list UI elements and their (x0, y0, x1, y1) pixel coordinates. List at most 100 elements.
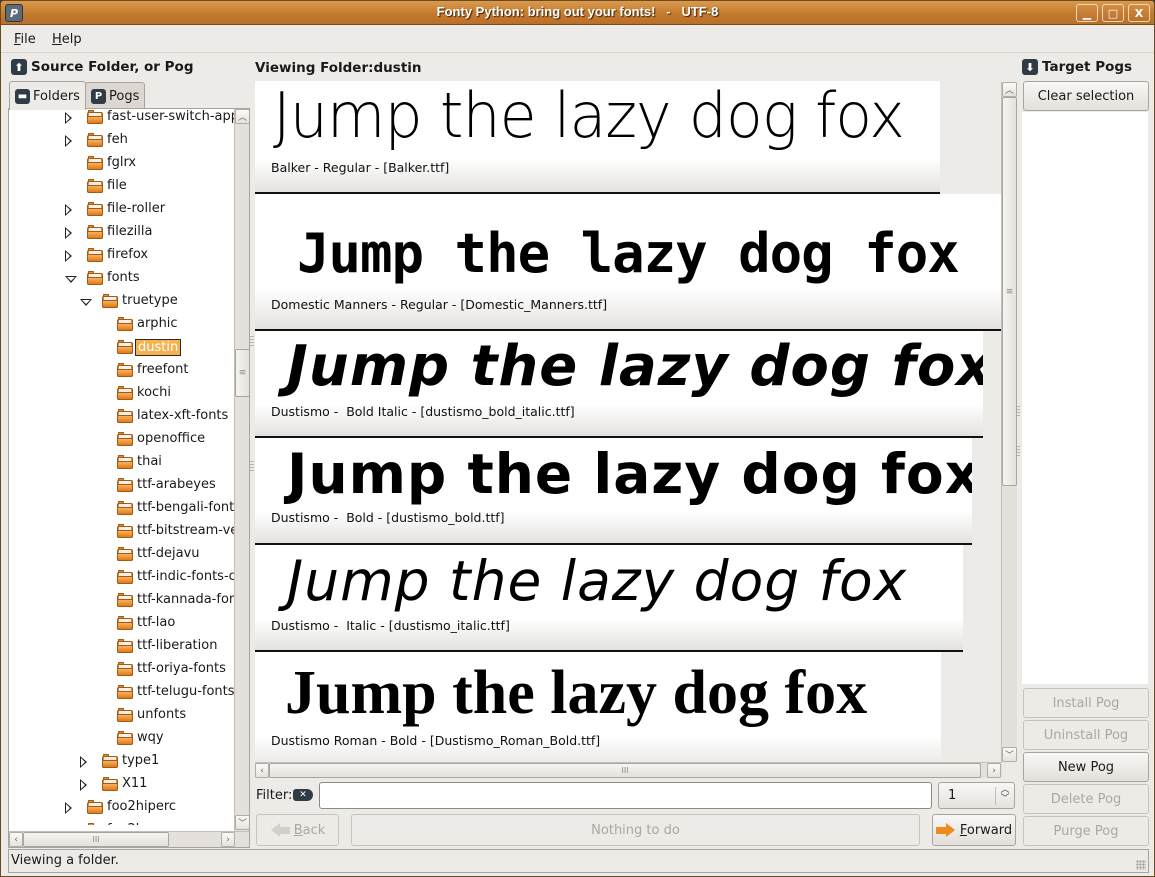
tree-item[interactable]: ttf-kannada-fonts (9, 589, 234, 612)
tree-item[interactable]: file-roller (9, 198, 234, 221)
target-pogs-list[interactable] (1022, 112, 1148, 684)
scroll-right-arrow-icon[interactable]: › (221, 832, 235, 847)
preview-scroll-thumb[interactable]: ≡ (1002, 97, 1017, 486)
spinner-arrows-icon[interactable]: ︿ ﹀ (999, 786, 1011, 804)
purge-pog-button[interactable]: Purge Pog (1023, 816, 1149, 846)
font-info-label: Domestic Manners - Regular - [Domestic_M… (271, 297, 608, 312)
tree-item[interactable]: ttf-arabeyes (9, 474, 234, 497)
folder-icon: ▬ (15, 88, 30, 104)
menu-help[interactable]: Help (52, 32, 82, 47)
tree-item[interactable]: ttf-dejavu (9, 543, 234, 566)
new-pog-button[interactable]: New Pog (1023, 752, 1149, 782)
back-button[interactable]: Back (256, 814, 339, 846)
tree-item[interactable]: filezilla (9, 221, 234, 244)
folder-icon (117, 662, 133, 676)
tree-item[interactable]: ttf-bengali-fonts (9, 497, 234, 520)
clear-filter-icon[interactable]: ✕ (293, 789, 313, 801)
tree-item[interactable]: ttf-oriya-fonts (9, 658, 234, 681)
expander-open-icon[interactable] (65, 272, 77, 286)
minimize-button[interactable]: ▁ (1076, 4, 1098, 22)
pane-splitter-handle[interactable] (250, 461, 254, 473)
filter-input[interactable] (319, 782, 932, 809)
install-pog-button[interactable]: Install Pog (1023, 688, 1149, 718)
scroll-left-arrow-icon[interactable]: ‹ (9, 832, 23, 847)
status-text: Viewing a folder. (11, 853, 119, 868)
tree-item[interactable]: fast-user-switch-app (9, 109, 234, 129)
tree-item[interactable]: unfonts (9, 704, 234, 727)
folder-icon (102, 754, 118, 768)
tree-item-label: ttf-bengali-fonts (137, 500, 234, 515)
tree-item[interactable]: ttf-liberation (9, 635, 234, 658)
scroll-left-arrow-icon[interactable]: ‹ (255, 763, 269, 778)
expander-closed-icon[interactable] (80, 778, 90, 792)
tab-pogs[interactable]: P Pogs (85, 82, 146, 109)
scroll-down-arrow-icon[interactable]: ﹀ (1002, 747, 1017, 762)
tree-item[interactable]: ttf-bitstream-vera (9, 520, 234, 543)
font-preview-item[interactable]: Jump the lazy dog fox Balker - Regular -… (255, 81, 940, 194)
tab-folders[interactable]: ▬ Folders (9, 81, 86, 110)
page-spinner[interactable]: 1 ︿ ﹀ (938, 782, 1015, 809)
expander-closed-icon[interactable] (65, 249, 75, 263)
tree-item[interactable]: ttf-indic-fonts-core (9, 566, 234, 589)
expander-closed-icon[interactable] (65, 203, 75, 217)
expander-closed-icon[interactable] (65, 824, 75, 825)
folder-icon (102, 777, 118, 791)
scroll-down-arrow-icon[interactable]: ﹀ (235, 815, 249, 830)
tree-item[interactable]: freefont (9, 359, 234, 382)
tree-vertical-scrollbar[interactable]: ︿ ≡ ﹀ (234, 109, 249, 831)
tree-item[interactable]: wqy (9, 727, 234, 750)
font-preview-item[interactable]: Jump the lazy dog fox Dustismo - Italic … (255, 545, 963, 652)
folder-icon (102, 294, 118, 308)
folder-icon (117, 501, 133, 515)
tree-item[interactable]: X11 (9, 773, 234, 796)
tree-horizontal-scrollbar[interactable]: ‹ III › (9, 831, 249, 847)
tree-item[interactable]: foo2hiperc (9, 796, 234, 819)
forward-button[interactable]: Forward (932, 814, 1016, 846)
expander-closed-icon[interactable] (80, 755, 90, 769)
expander-closed-icon[interactable] (65, 111, 75, 125)
resize-grip-icon[interactable] (1136, 860, 1146, 870)
tree-item[interactable]: file (9, 175, 234, 198)
font-preview-item[interactable]: Jump the lazy dog fox Dustismo - Bold - … (255, 438, 972, 545)
tree-item[interactable]: ttf-telugu-fonts (9, 681, 234, 704)
preview-horizontal-scrollbar[interactable]: ‹ III › (255, 762, 1002, 778)
close-button[interactable]: X (1128, 4, 1150, 22)
font-preview-item[interactable]: Jump the lazy dog fox Domestic Manners -… (255, 194, 1001, 331)
tree-hscroll-thumb[interactable]: III (23, 832, 169, 847)
scroll-up-arrow-icon[interactable]: ︿ (235, 109, 249, 124)
status-action-button[interactable]: Nothing to do (351, 814, 920, 846)
tree-item[interactable]: kochi (9, 382, 234, 405)
font-preview-item[interactable]: Jump the lazy dog fox Dustismo Roman - B… (255, 652, 941, 762)
tree-item[interactable]: fglrx (9, 152, 234, 175)
tree-item[interactable]: arphic (9, 313, 234, 336)
tree-item[interactable]: dustin (9, 336, 234, 359)
tree-item[interactable]: fonts (9, 267, 234, 290)
tree-scroll-thumb[interactable]: ≡ (235, 349, 249, 397)
font-preview-item[interactable]: Jump the lazy dog fox Dustismo - Bold It… (255, 331, 983, 438)
tree-item[interactable]: thai (9, 451, 234, 474)
pane-splitter-handle[interactable] (250, 336, 254, 348)
delete-pog-button[interactable]: Delete Pog (1023, 784, 1149, 814)
folder-tree-list: fast-user-switch-app feh fglrx file file-rol… (9, 109, 234, 825)
preview-vertical-scrollbar[interactable]: ︿ ≡ ﹀ (1001, 82, 1017, 762)
expander-closed-icon[interactable] (65, 134, 75, 148)
tree-item[interactable]: firefox (9, 244, 234, 267)
scroll-right-arrow-icon[interactable]: › (987, 763, 1001, 778)
maximize-button[interactable]: □ (1102, 4, 1124, 22)
menu-file[interactable]: File (14, 32, 36, 47)
tree-item[interactable]: ttf-lao (9, 612, 234, 635)
tree-item[interactable]: truetype (9, 290, 234, 313)
clear-selection-button[interactable]: Clear selection (1023, 81, 1149, 111)
scroll-up-arrow-icon[interactable]: ︿ (1002, 82, 1017, 97)
tree-item[interactable]: feh (9, 129, 234, 152)
expander-closed-icon[interactable] (65, 226, 75, 240)
expander-open-icon[interactable] (80, 295, 92, 309)
tree-item[interactable]: type1 (9, 750, 234, 773)
tree-item[interactable]: foo2hp (9, 819, 234, 825)
uninstall-pog-button[interactable]: Uninstall Pog (1023, 720, 1149, 750)
tree-item[interactable]: latex-xft-fonts (9, 405, 234, 428)
tree-item[interactable]: openoffice (9, 428, 234, 451)
expander-closed-icon[interactable] (65, 801, 75, 815)
tree-item-label: ttf-liberation (137, 638, 218, 653)
preview-hscroll-thumb[interactable]: III (269, 763, 981, 778)
